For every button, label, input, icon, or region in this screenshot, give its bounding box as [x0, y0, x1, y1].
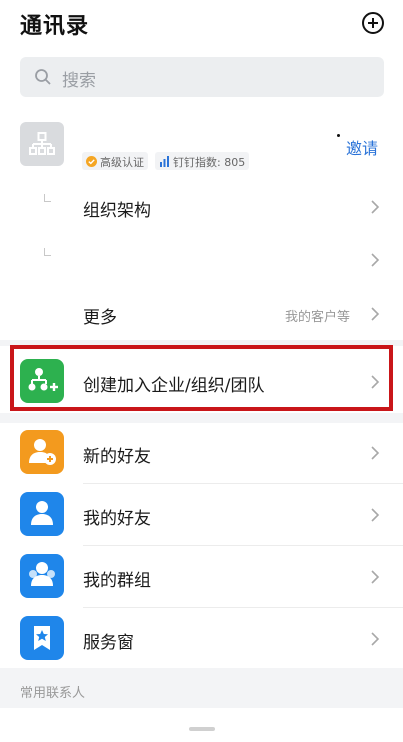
my-friends-item[interactable]: 我的好友	[83, 504, 151, 529]
section-divider	[0, 413, 403, 423]
service-window-icon	[20, 616, 64, 660]
bar-chart-icon	[160, 156, 169, 167]
more-item[interactable]: 更多	[83, 303, 117, 328]
service-window-item[interactable]: 服务窗	[83, 628, 134, 653]
tree-connector	[44, 248, 51, 256]
search-input[interactable]: 搜索	[20, 57, 384, 97]
list-divider	[83, 545, 403, 546]
chevron-right-icon	[371, 307, 380, 321]
notification-dot	[337, 134, 340, 137]
chevron-right-icon	[371, 253, 380, 267]
page-title: 通讯录	[20, 14, 90, 39]
user-add-icon	[20, 430, 64, 474]
chevron-right-icon	[371, 200, 380, 214]
list-divider	[83, 483, 403, 484]
add-icon[interactable]	[361, 11, 385, 35]
chevron-right-icon	[371, 446, 380, 460]
chevron-right-icon	[371, 632, 380, 646]
my-groups-item[interactable]: 我的群组	[83, 566, 151, 591]
chevron-right-icon	[371, 508, 380, 522]
cert-check-icon	[86, 156, 97, 167]
chevron-right-icon	[371, 570, 380, 584]
dingtalk-index-badge: 钉钉指数: 805	[155, 152, 250, 170]
org-structure-icon	[29, 132, 55, 155]
user-icon	[20, 492, 64, 536]
dingtalk-index-label: 钉钉指数: 805	[173, 156, 246, 169]
cert-badge: 高级认证	[82, 152, 148, 170]
new-friends-item[interactable]: 新的好友	[83, 442, 151, 467]
invite-button[interactable]: 邀请	[346, 135, 378, 159]
org-avatar[interactable]	[20, 122, 64, 166]
search-icon	[35, 69, 51, 85]
search-placeholder: 搜索	[62, 71, 96, 91]
highlight-box	[10, 345, 393, 411]
drag-handle[interactable]	[189, 727, 215, 731]
org-structure-item[interactable]: 组织架构	[83, 196, 151, 221]
more-hint: 我的客户等	[285, 310, 351, 325]
group-icon	[20, 554, 64, 598]
header: 通讯录	[0, 0, 403, 48]
list-divider	[83, 607, 403, 608]
cert-badge-label: 高级认证	[100, 156, 144, 169]
frequent-contacts-title: 常用联系人	[20, 686, 86, 701]
tree-connector	[44, 194, 51, 202]
